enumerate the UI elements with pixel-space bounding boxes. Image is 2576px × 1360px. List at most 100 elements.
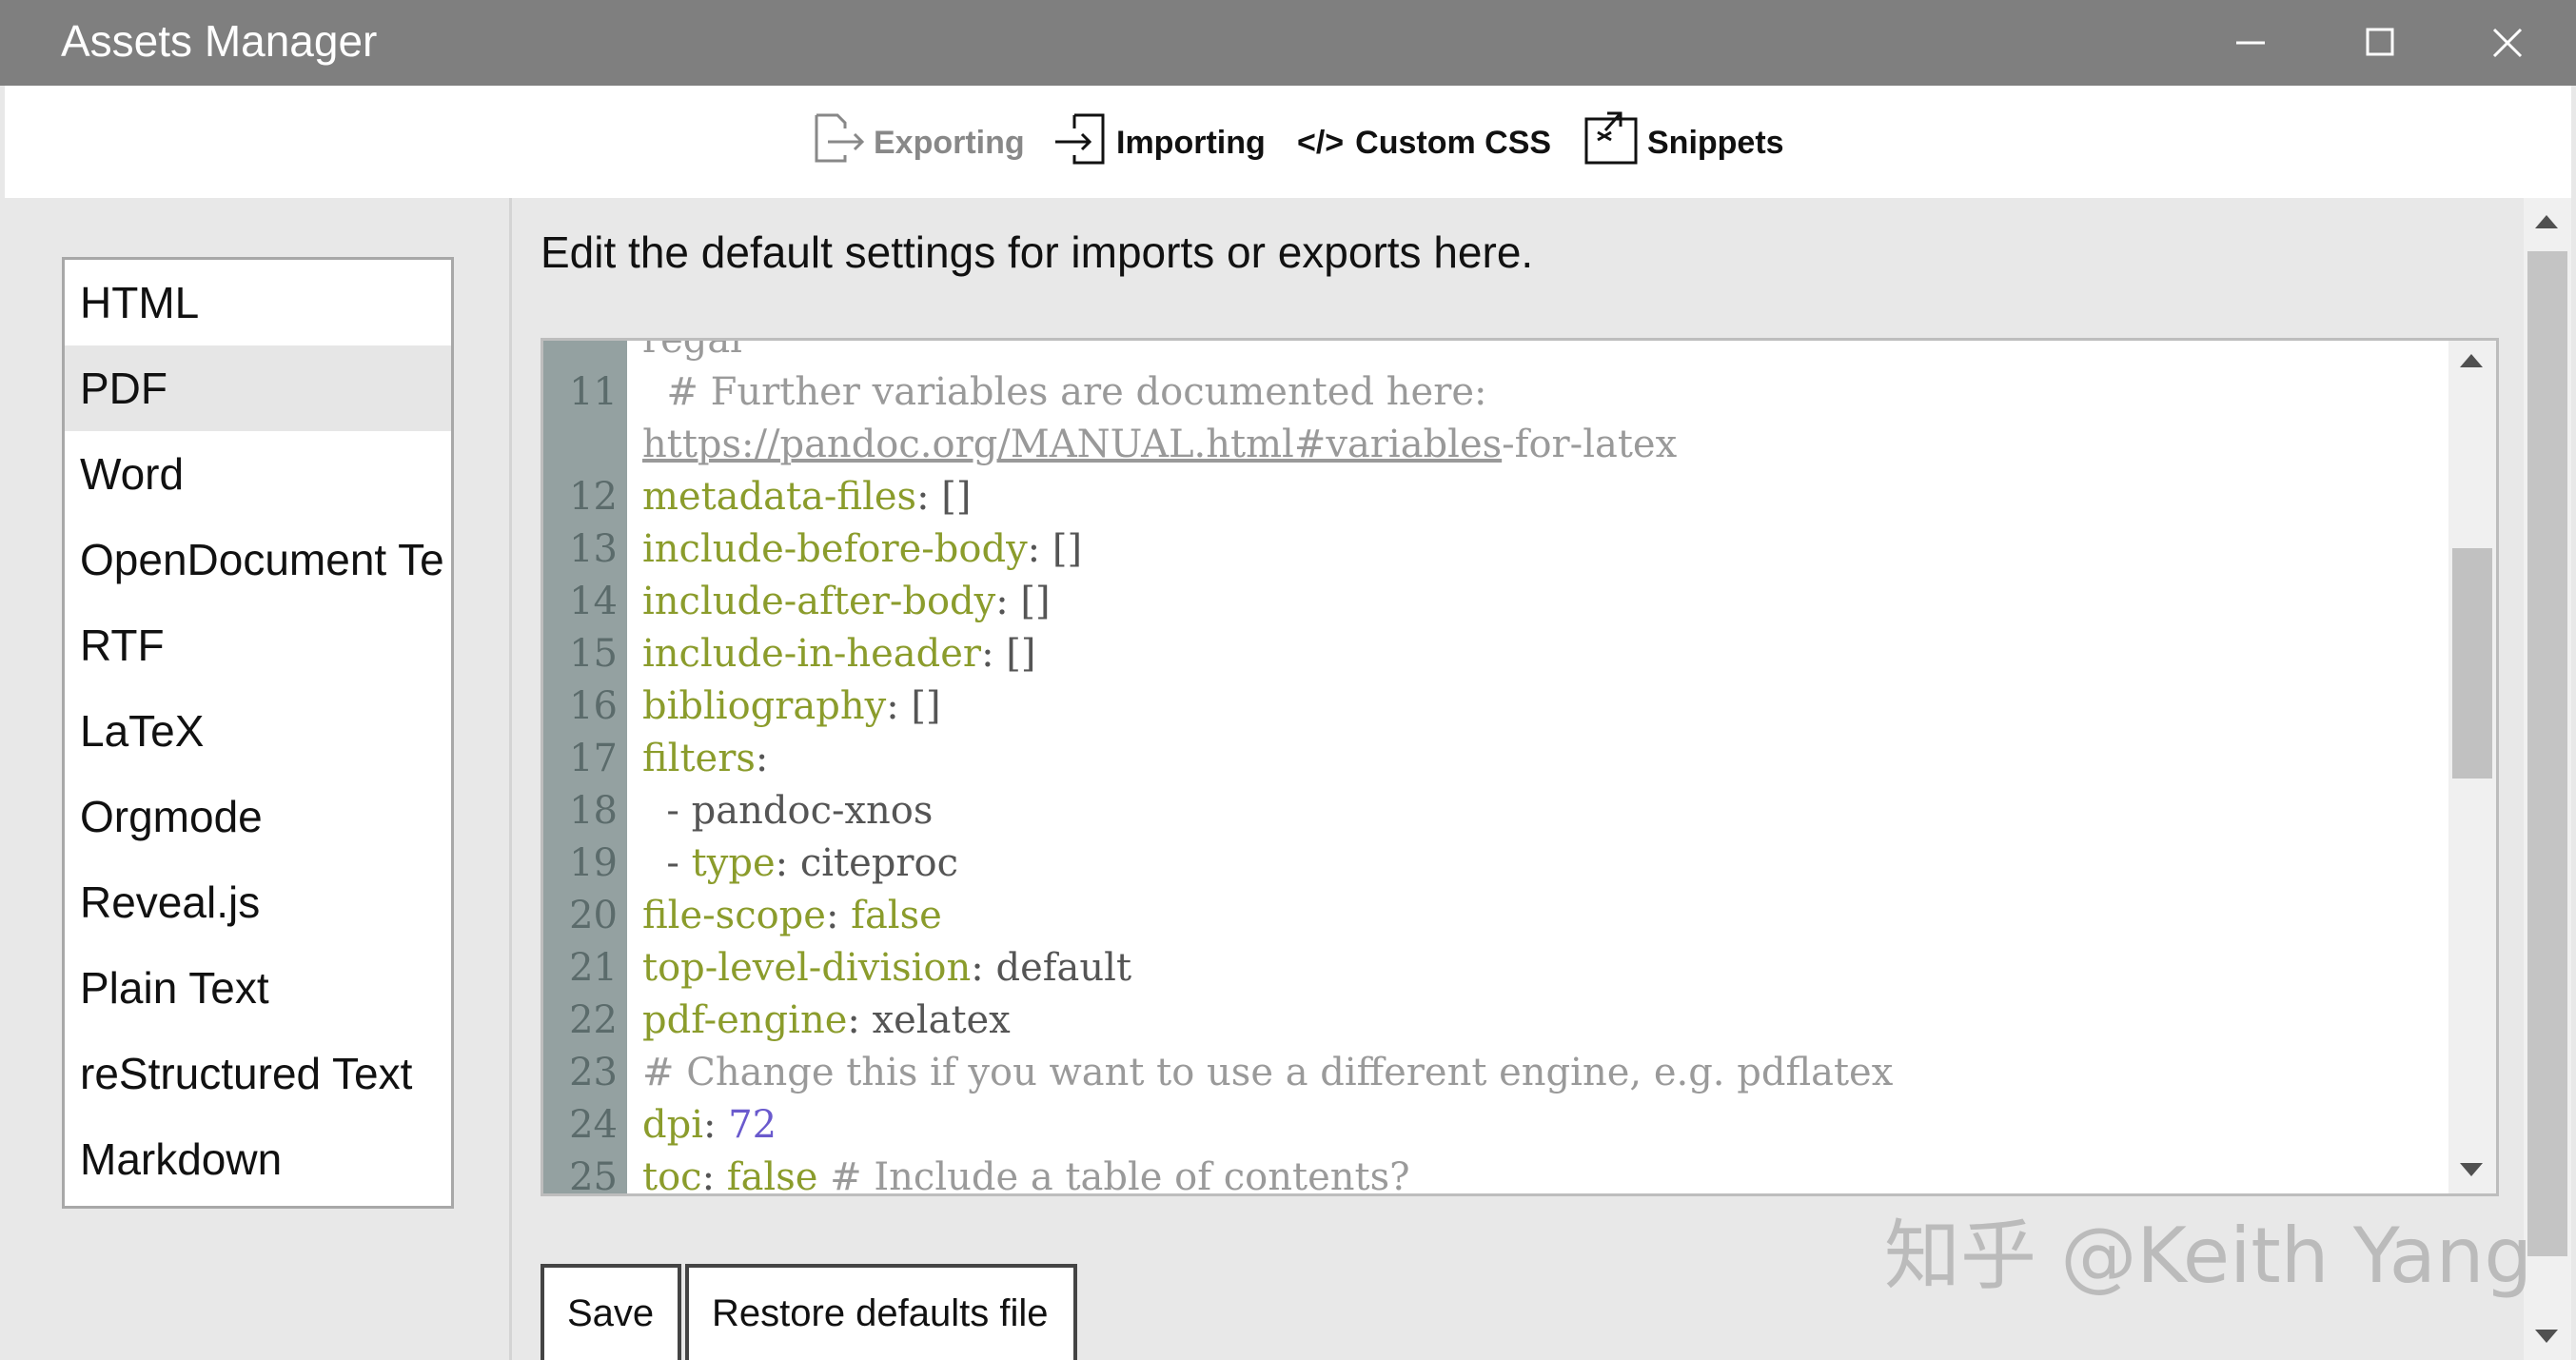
code-line[interactable]: 23 # Change this if you want to use a dif… xyxy=(543,1047,2447,1099)
minimize-icon xyxy=(2236,41,2265,45)
code-text: bibliography: [] xyxy=(642,680,941,733)
save-button[interactable]: Save xyxy=(541,1264,681,1360)
code-token: : xyxy=(703,1103,729,1147)
code-line[interactable]: 17 filters: xyxy=(543,733,2447,785)
code-line[interactable]: 14 include-after-body: [] xyxy=(543,576,2447,628)
scroll-up-icon[interactable] xyxy=(2460,354,2483,367)
intro-text: Edit the default settings for imports or… xyxy=(541,227,1534,277)
tab-exporting-label: Exporting xyxy=(874,124,1025,161)
code-token: : xyxy=(825,894,852,937)
format-item-html[interactable]: HTML xyxy=(65,260,451,345)
code-token: # Further variables are documented here: xyxy=(642,370,1487,414)
code-token: - pandoc-xnos xyxy=(642,789,934,833)
line-number: 14 xyxy=(569,580,618,623)
tab-exporting[interactable]: Exporting xyxy=(809,113,1025,171)
code-token: false xyxy=(851,894,942,937)
code-text: toc: false # Include a table of contents… xyxy=(642,1152,1410,1196)
code-token: false xyxy=(726,1155,818,1196)
code-token: top-level-division xyxy=(642,946,972,990)
line-number: 23 xyxy=(569,1051,618,1094)
format-item-restructured-text[interactable]: reStructured Text xyxy=(65,1031,451,1116)
tab-importing[interactable]: Importing xyxy=(1052,113,1266,171)
code-token: include-before-body xyxy=(642,527,1028,571)
code-line[interactable]: 19 - type: citeproc xyxy=(543,838,2447,890)
pane-divider xyxy=(509,198,512,1360)
format-item-rtf[interactable]: RTF xyxy=(65,602,451,688)
code-line[interactable]: 13 include-before-body: [] xyxy=(543,523,2447,576)
window-scroll-thumb[interactable] xyxy=(2527,251,2567,1256)
code-text: filters: xyxy=(642,733,768,785)
code-line[interactable]: 21 top-level-division: default xyxy=(543,942,2447,995)
code-token: : [] xyxy=(886,684,941,728)
code-token: dpi xyxy=(642,1103,704,1147)
format-item-pdf[interactable]: PDF xyxy=(65,345,451,431)
code-editor[interactable]: regal 11 # Further variables are document… xyxy=(541,338,2499,1196)
code-line[interactable]: 24 dpi: 72 xyxy=(543,1099,2447,1152)
code-line[interactable]: 18 - pandoc-xnos xyxy=(543,785,2447,838)
format-list[interactable]: HTML PDF Word OpenDocument Te RTF LaTeX … xyxy=(62,257,454,1209)
maximize-icon xyxy=(2366,28,2394,56)
title-bar: Assets Manager xyxy=(0,0,2576,86)
code-line[interactable]: 22 pdf-engine: xelatex xyxy=(543,995,2447,1047)
code-text: include-in-header: [] xyxy=(642,628,1035,680)
line-number: 25 xyxy=(569,1155,618,1196)
code-line[interactable]: 20 file-scope: false xyxy=(543,890,2447,942)
code-text: # Change this if you want to use a diffe… xyxy=(642,1047,1893,1099)
code-line[interactable]: 25 toc: false # Include a table of conten… xyxy=(543,1152,2447,1196)
editor-scroll-thumb[interactable] xyxy=(2452,548,2492,779)
export-icon xyxy=(809,109,868,177)
line-number: 22 xyxy=(569,998,618,1042)
code-token: # Include a table of contents? xyxy=(817,1155,1410,1196)
minimize-button[interactable] xyxy=(2189,0,2312,86)
line-number: 13 xyxy=(569,527,618,571)
code-token: 72 xyxy=(728,1103,777,1147)
close-button[interactable] xyxy=(2446,0,2569,86)
editor-scrollbar[interactable] xyxy=(2448,341,2496,1193)
code-token: : [] xyxy=(1027,527,1083,571)
format-item-revealjs[interactable]: Reveal.js xyxy=(65,859,451,945)
editor-lines[interactable]: regal 11 # Further variables are document… xyxy=(543,338,2447,1196)
line-number: 11 xyxy=(569,370,618,414)
tab-custom-css[interactable]: </> Custom CSS xyxy=(1297,114,1551,171)
code-text: - type: citeproc xyxy=(642,838,958,890)
tab-custom-css-label: Custom CSS xyxy=(1355,124,1552,161)
code-token: include-in-header xyxy=(642,632,982,676)
code-line[interactable]: https://pandoc.org/MANUAL.html#variables… xyxy=(543,419,2447,471)
code-icon: </> xyxy=(1297,124,1345,161)
assets-manager-window: Assets Manager Exporting Importing </> C… xyxy=(0,0,2576,1360)
format-item-plain-text[interactable]: Plain Text xyxy=(65,945,451,1031)
restore-defaults-button[interactable]: Restore defaults file xyxy=(685,1264,1077,1360)
code-text: include-after-body: [] xyxy=(642,576,1051,628)
code-line[interactable]: 16 bibliography: [] xyxy=(543,680,2447,733)
tab-snippets-label: Snippets xyxy=(1647,124,1784,161)
window-scrollbar[interactable] xyxy=(2524,198,2571,1360)
maximize-button[interactable] xyxy=(2317,0,2441,86)
code-line[interactable]: 12 metadata-files: [] xyxy=(543,471,2447,523)
close-icon xyxy=(2492,28,2523,58)
code-token: regal xyxy=(642,338,743,362)
format-item-markdown[interactable]: Markdown xyxy=(65,1116,451,1202)
code-token: : citeproc xyxy=(775,841,958,885)
scroll-up-icon[interactable] xyxy=(2535,215,2558,228)
code-token: - xyxy=(642,841,692,885)
scroll-down-icon[interactable] xyxy=(2460,1163,2483,1176)
code-text: dpi: 72 xyxy=(642,1099,777,1152)
line-number: 16 xyxy=(569,684,618,728)
code-token: : default xyxy=(971,946,1132,990)
format-item-latex[interactable]: LaTeX xyxy=(65,688,451,774)
code-token: include-after-body xyxy=(642,580,996,623)
code-line[interactable]: 11 # Further variables are documented he… xyxy=(543,366,2447,419)
line-number: 12 xyxy=(569,475,618,519)
format-item-opendocument[interactable]: OpenDocument Te xyxy=(65,517,451,602)
code-text: metadata-files: [] xyxy=(642,471,972,523)
scroll-down-icon[interactable] xyxy=(2535,1330,2558,1343)
code-token: : [] xyxy=(981,632,1036,676)
code-line[interactable]: regal xyxy=(543,338,2447,366)
format-item-orgmode[interactable]: Orgmode xyxy=(65,774,451,859)
code-token: : xelatex xyxy=(847,998,1011,1042)
tab-snippets[interactable]: Snippets xyxy=(1583,111,1784,171)
code-line[interactable]: 15 include-in-header: [] xyxy=(543,628,2447,680)
line-number: 18 xyxy=(569,789,618,833)
code-text: file-scope: false xyxy=(642,890,942,942)
format-item-word[interactable]: Word xyxy=(65,431,451,517)
